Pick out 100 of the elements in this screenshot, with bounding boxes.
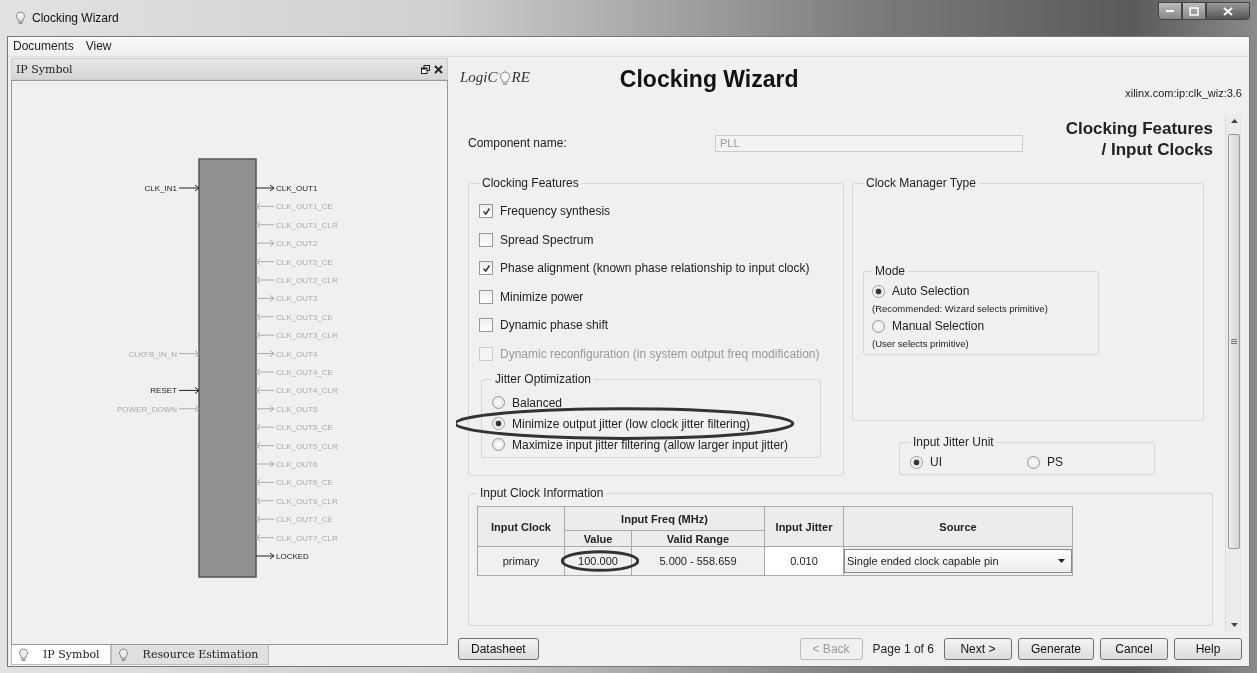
pin-arrow	[178, 405, 200, 413]
maximize-button[interactable]	[1182, 2, 1206, 20]
caret-icon	[1058, 559, 1065, 563]
hint-text: (User selects primitive)	[872, 337, 970, 351]
pin-arrow	[255, 294, 275, 302]
lightbulb-icon	[18, 647, 29, 662]
radio-label: Balanced	[512, 395, 563, 410]
pin-arrow	[255, 202, 275, 210]
ip-identifier: xilinx.com:ip:clk_wiz:3.6	[1125, 87, 1242, 99]
cell-value: 100.000	[578, 555, 618, 567]
pin-label: CLK_OUT3	[276, 294, 318, 304]
checkbox-label: Frequency synthesis	[500, 204, 611, 219]
pin-label: CLK_OUT1_CE	[276, 202, 333, 212]
radio-button[interactable]	[872, 319, 885, 333]
table-cell: 5.000 - 558.659	[631, 546, 765, 576]
radio-label: UI	[930, 455, 942, 469]
pin-label: CLK_OUT5_CE	[276, 423, 333, 433]
minimize-button[interactable]	[1158, 2, 1182, 20]
datasheet-button[interactable]: Datasheet	[458, 638, 539, 660]
pin-arrow	[255, 423, 275, 431]
checkbox[interactable]	[479, 289, 493, 304]
checkbox[interactable]	[479, 232, 493, 247]
radio-button[interactable]	[492, 396, 505, 409]
radio-label: Maximize input jitter filtering (allow larger input jitter)	[512, 437, 789, 452]
wizard-button[interactable]: Cancel	[1100, 638, 1168, 660]
close-icon	[434, 64, 443, 74]
group-title: Mode	[874, 264, 907, 278]
panel-tab[interactable]: Resource Estimation	[110, 645, 270, 665]
checkbox[interactable]	[479, 318, 493, 333]
pin-arrow	[255, 313, 275, 321]
pin-label: CLK_OUT2	[276, 239, 318, 249]
pin-label: CLK_OUT5	[276, 404, 318, 414]
pin-arrow	[255, 239, 275, 247]
pin-label: CLK_OUT6_CE	[276, 478, 333, 488]
wizard-button[interactable]: Next >	[943, 638, 1012, 660]
pin-arrow	[255, 442, 275, 450]
group-title: Clocking Features	[481, 176, 580, 190]
pin-label: CLK_OUT2_CLR	[276, 276, 338, 285]
checkbox[interactable]	[479, 204, 493, 219]
tab-label: Resource Estimation	[142, 648, 259, 661]
checkbox-label: Spread Spectrum	[500, 232, 594, 247]
radio-button[interactable]	[910, 455, 923, 469]
pin-arrow	[255, 515, 275, 523]
pin-label: CLK_OUT5_CLR	[276, 441, 338, 451]
table-cell: primary	[477, 546, 565, 576]
menu-item[interactable]: View	[85, 39, 112, 54]
source-dropdown[interactable]: Single ended clock capable pin	[844, 549, 1072, 573]
pin-arrow	[255, 276, 275, 284]
menu-item[interactable]: Documents	[13, 39, 74, 54]
lightbulb-icon	[117, 647, 129, 662]
group-title: Jitter Optimization	[494, 372, 593, 386]
table-header: Source	[843, 506, 1073, 547]
close-button[interactable]	[434, 64, 443, 74]
pin-label: CLK_OUT3_CE	[276, 312, 333, 322]
close-button[interactable]	[1206, 2, 1250, 20]
pin-arrow	[255, 460, 275, 468]
wizard-title: Clocking Wizard	[619, 66, 799, 93]
radio-button[interactable]	[1027, 455, 1040, 469]
pin-label: CLK_OUT6	[276, 460, 318, 469]
pin-arrow	[255, 331, 275, 339]
pin-label: CLK_OUT1	[276, 184, 318, 193]
restore-button[interactable]	[421, 64, 430, 74]
group-title: Input Clock Information	[479, 486, 605, 500]
pin-label: CLK_OUT4_CLR	[276, 386, 338, 396]
jitter-field[interactable]: 0.010	[764, 546, 844, 576]
pin-arrow	[255, 552, 275, 560]
page-title: / Input Clocks	[1101, 139, 1213, 160]
radio-button[interactable]	[872, 284, 885, 298]
radio-label: PS	[1047, 455, 1063, 469]
check-icon	[481, 263, 491, 273]
pin-arrow	[255, 497, 275, 505]
close-icon	[1223, 6, 1233, 16]
checkbox-label: Dynamic reconfiguration (in system output freq modification)	[500, 346, 820, 361]
minimize-icon	[1166, 10, 1174, 12]
wizard-button[interactable]: Help	[1174, 638, 1242, 660]
pin-label: POWER_DOWN	[117, 404, 177, 414]
pin-arrow	[255, 405, 275, 413]
checkbox-label: Dynamic phase shift	[500, 318, 609, 333]
tab-label: IP Symbol	[43, 648, 100, 661]
arrow-down-icon	[1230, 623, 1238, 627]
pin-label: LOCKED	[276, 552, 309, 561]
pin-label: CLK_OUT7_CE	[276, 515, 333, 525]
pin-arrow	[178, 350, 200, 358]
window-title: Clocking Wizard	[32, 11, 119, 25]
restore-icon	[421, 64, 430, 74]
pin-label: CLK_OUT6_CLR	[276, 496, 338, 506]
pin-label: CLKFB_IN_N	[128, 349, 177, 359]
panel-tab[interactable]: IP Symbol	[11, 645, 111, 665]
wizard-button[interactable]: Generate	[1017, 638, 1094, 660]
pin-arrow	[178, 184, 200, 192]
check-icon	[481, 206, 491, 216]
checkbox[interactable]	[479, 261, 493, 276]
radio-button[interactable]	[492, 417, 505, 430]
pin-arrow	[255, 184, 275, 192]
radio-label: Minimize output jitter (low clock jitter filtering)	[512, 416, 751, 431]
radio-button[interactable]	[492, 438, 505, 451]
hint-text: (Recommended: Wizard selects primitive)	[872, 302, 1049, 316]
scrollbar-thumb[interactable]	[1228, 134, 1240, 549]
pin-arrow	[255, 478, 275, 486]
checkbox-label: Minimize power	[500, 289, 584, 304]
